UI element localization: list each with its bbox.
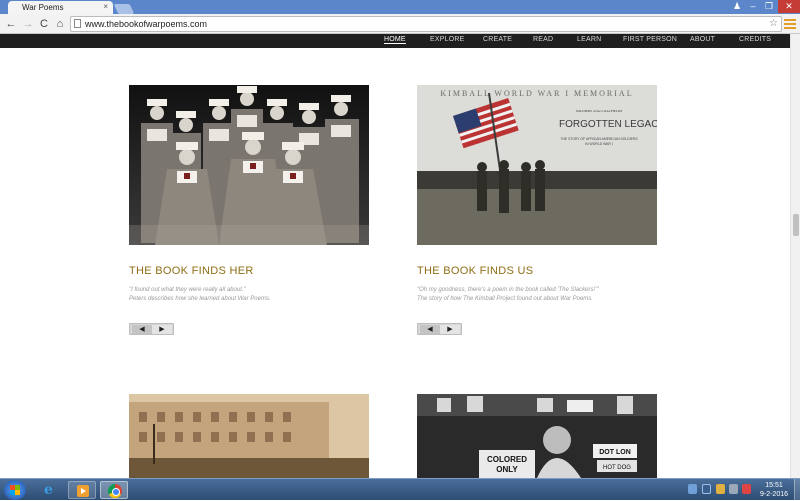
sepia-building-graphic [129, 394, 369, 478]
clock-time: 15:51 [765, 482, 783, 489]
internet-explorer-icon: e [44, 482, 53, 498]
url-text: www.thebookofwarpoems.com [85, 19, 208, 29]
bookmark-star-icon[interactable]: ☆ [769, 17, 778, 31]
shop-window-photo[interactable]: COLORED ONLY DOT LON HOT DOG [417, 394, 657, 478]
sepia-building-photo[interactable] [129, 394, 369, 478]
taskbar-internet-explorer[interactable]: e [36, 481, 64, 499]
chrome-icon [108, 484, 122, 498]
address-bar[interactable]: www.thebookofwarpoems.com ☆ [70, 16, 782, 32]
memorial-subtitle-2: IN WORLD WAR I [585, 142, 613, 146]
taskbar-chrome[interactable] [100, 481, 128, 499]
windows-logo-icon [10, 485, 20, 495]
memorial-subtitle-1: THE STORY OF AFRICAN AMERICAN SOLDIERS [560, 137, 638, 141]
browser-toolbar: ← → C ⌂ www.thebookofwarpoems.com ☆ [0, 14, 800, 34]
nav-learn[interactable]: LEARN [577, 36, 601, 43]
nav-create[interactable]: CREATE [483, 36, 512, 43]
home-icon[interactable]: ⌂ [53, 17, 67, 31]
nav-credits[interactable]: CREDITS [739, 36, 771, 43]
tab-war-poems[interactable]: War Poems × [8, 1, 113, 15]
card-quote: "I found out what they were really all a… [129, 287, 246, 293]
nav-explore[interactable]: EXPLORE [430, 36, 464, 43]
page-scrollbar[interactable] [790, 34, 800, 478]
nurses-photo[interactable] [129, 85, 369, 245]
site-nav: HOME EXPLORE CREATE READ LEARN FIRST PER… [0, 34, 790, 48]
prev-icon[interactable]: ◀ [132, 325, 152, 334]
play-icon[interactable]: ▶ [440, 325, 460, 334]
page-icon [74, 19, 81, 28]
nurses-photo-graphic [129, 85, 369, 245]
prev-icon[interactable]: ◀ [420, 325, 440, 334]
maximize-button[interactable]: ❐ [761, 0, 777, 13]
start-button[interactable] [4, 480, 26, 500]
card-description: The story of how The Kimball Project fou… [417, 296, 593, 302]
close-tab-icon[interactable]: × [103, 2, 108, 11]
media-player-controls: ◀ ▶ [417, 323, 462, 335]
forward-icon[interactable]: → [21, 17, 35, 31]
browser-titlebar: War Poems × ♟ – ❐ ✕ [0, 0, 800, 15]
clock-date: 9-2-2016 [759, 491, 789, 498]
nav-home[interactable]: HOME [384, 36, 406, 44]
nav-first-person[interactable]: FIRST PERSON [623, 36, 677, 43]
nav-read[interactable]: READ [533, 36, 553, 43]
memorial-heading: KIMBALL WORLD WAR I MEMORIAL [440, 89, 633, 98]
card-title-book-finds-her[interactable]: THE BOOK FINDS HER [129, 265, 254, 277]
back-icon[interactable]: ← [4, 17, 18, 31]
card-description: Peters describes how she learned about W… [129, 296, 271, 302]
forgotten-legacy-image[interactable]: KIMBALL WORLD WAR I MEMORIAL SOLDIERS of… [417, 85, 657, 245]
dot-lon-sign: DOT LON [599, 449, 631, 456]
tray-volume-icon[interactable] [742, 484, 751, 494]
user-icon[interactable]: ♟ [730, 0, 744, 13]
reload-icon[interactable]: C [37, 17, 51, 31]
show-desktop-button[interactable] [794, 479, 800, 501]
minimize-button[interactable]: – [745, 0, 761, 13]
media-player-icon [77, 485, 89, 497]
windows-taskbar: e 15:51 9-2-2016 [0, 478, 800, 501]
taskbar-clock[interactable]: 15:51 9-2-2016 [754, 481, 794, 499]
tab-title: War Poems [22, 3, 64, 12]
tray-monitor-icon[interactable] [729, 484, 738, 494]
shop-window-graphic: COLORED ONLY DOT LON HOT DOG [417, 394, 657, 478]
taskbar-media-player[interactable] [68, 481, 96, 499]
forgotten-legacy-graphic: KIMBALL WORLD WAR I MEMORIAL SOLDIERS of… [417, 85, 657, 245]
card-quote: "Oh my goodness, there's a poem in the b… [417, 287, 599, 293]
card-desc-book-finds-her: "I found out what they were really all a… [129, 286, 369, 304]
tray-folder-icon[interactable] [716, 484, 725, 494]
chrome-menu-icon[interactable] [784, 17, 796, 31]
close-window-button[interactable]: ✕ [778, 0, 800, 13]
tray-network-icon[interactable] [702, 484, 711, 494]
forgotten-legacy-title: FORGOTTEN LEGACY [559, 119, 657, 130]
new-tab-button[interactable] [113, 4, 135, 14]
play-icon[interactable]: ▶ [152, 325, 172, 334]
card-desc-book-finds-us: "Oh my goodness, there's a poem in the b… [417, 286, 657, 304]
colored-sign: COLORED [487, 455, 527, 464]
media-player-controls: ◀ ▶ [129, 323, 174, 335]
only-sign: ONLY [496, 465, 518, 474]
card-title-book-finds-us[interactable]: THE BOOK FINDS US [417, 265, 533, 277]
hot-dog-sign: HOT DOG [603, 465, 631, 471]
tray-shield-icon[interactable] [688, 484, 697, 494]
memorial-kicker: SOLDIERS of the COALFIELDS [576, 109, 623, 113]
scrollbar-thumb[interactable] [793, 214, 799, 236]
nav-about[interactable]: ABOUT [690, 36, 715, 43]
